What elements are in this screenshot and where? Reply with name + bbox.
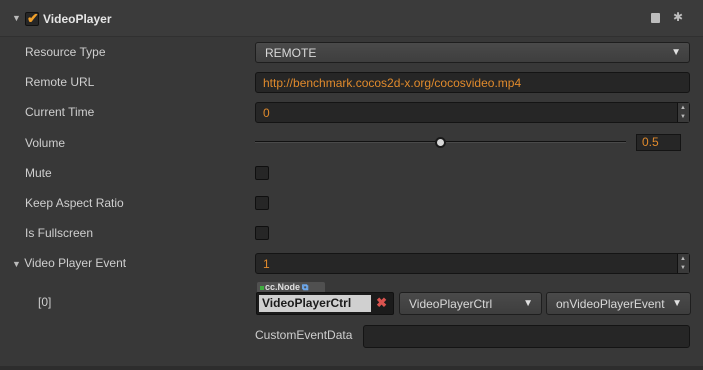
mute-label: Mute: [25, 166, 52, 180]
dropdown-arrow-icon: ▼: [672, 298, 682, 309]
event-count-stepper[interactable]: ▲ ▼: [677, 254, 689, 273]
event-fold-row[interactable]: ▼ Video Player Event: [12, 256, 126, 270]
target-node-field[interactable]: VideoPlayerCtrl ✖: [256, 292, 394, 315]
current-time-stepper[interactable]: ▲ ▼: [677, 103, 689, 122]
volume-input[interactable]: 0.5: [636, 134, 681, 151]
triangle-down-icon[interactable]: ▼: [12, 13, 21, 23]
arrow-down-icon[interactable]: ▼: [680, 265, 686, 271]
remote-url-input[interactable]: http://benchmark.cocos2d-x.org/cocosvide…: [255, 72, 690, 93]
panel-bottom-border: [0, 366, 703, 370]
gear-icon[interactable]: ✱: [673, 10, 683, 24]
current-time-input[interactable]: 0 ▲ ▼: [255, 102, 690, 123]
node-icon: [260, 285, 264, 290]
resource-type-label: Resource Type: [25, 45, 106, 59]
current-time-value: 0: [263, 106, 270, 120]
arrow-up-icon[interactable]: ▲: [680, 256, 686, 262]
event-label: Video Player Event: [24, 256, 127, 270]
target-node-value: VideoPlayerCtrl: [259, 295, 371, 312]
keep-aspect-checkbox[interactable]: [255, 196, 269, 210]
fullscreen-label: Is Fullscreen: [25, 226, 94, 240]
component-value: VideoPlayerCtrl: [409, 297, 493, 311]
component-header[interactable]: ▼ ✔ VideoPlayer ✱: [0, 0, 703, 37]
arrow-up-icon[interactable]: ▲: [680, 105, 686, 111]
handler-value: onVideoPlayerEvent: [556, 297, 665, 311]
keep-aspect-label: Keep Aspect Ratio: [25, 196, 124, 210]
fullscreen-checkbox[interactable]: [255, 226, 269, 240]
checkmark-icon: ✔: [27, 10, 39, 26]
arrow-down-icon[interactable]: ▼: [680, 114, 686, 120]
mute-checkbox[interactable]: [255, 166, 269, 180]
component-title: VideoPlayer: [43, 12, 112, 26]
clear-icon[interactable]: ✖: [376, 295, 387, 311]
component-select[interactable]: VideoPlayerCtrl ▼: [399, 292, 542, 315]
custom-event-data-input[interactable]: [363, 325, 690, 348]
videoplayer-inspector: ▼ ✔ VideoPlayer ✱ Resource Type REMOTE ▼…: [0, 0, 703, 370]
external-link-icon[interactable]: ⧉: [302, 282, 308, 292]
event-count-value: 1: [263, 257, 270, 271]
resource-type-select[interactable]: REMOTE ▼: [255, 42, 690, 63]
event-count-input[interactable]: 1 ▲ ▼: [255, 253, 690, 274]
dropdown-arrow-icon: ▼: [523, 298, 533, 309]
dropdown-arrow-icon: ▼: [671, 47, 681, 58]
remote-url-label: Remote URL: [25, 75, 95, 89]
resource-type-value: REMOTE: [265, 46, 317, 60]
enable-checkbox[interactable]: ✔: [25, 10, 39, 26]
volume-label: Volume: [25, 136, 66, 150]
book-icon[interactable]: [651, 13, 660, 23]
custom-event-data-label: CustomEventData: [255, 328, 353, 342]
volume-slider-handle[interactable]: [435, 137, 446, 148]
current-time-label: Current Time: [25, 105, 95, 119]
event-item-index: [0]: [38, 295, 52, 309]
triangle-down-icon[interactable]: ▼: [12, 259, 21, 269]
handler-select[interactable]: onVideoPlayerEvent ▼: [546, 292, 691, 315]
node-type-label: cc.Node: [265, 282, 301, 292]
